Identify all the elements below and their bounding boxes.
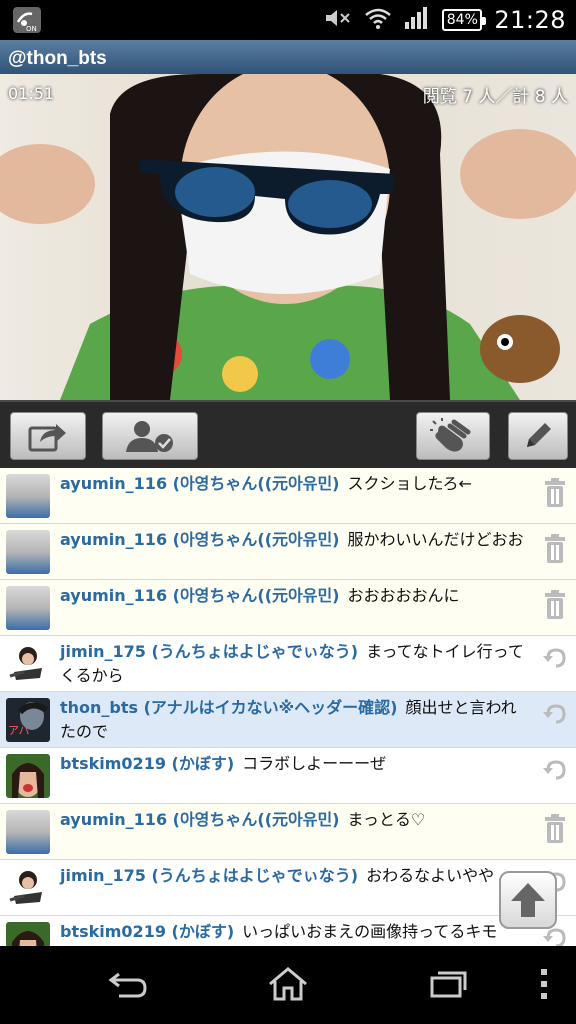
avatar[interactable] [6,474,50,518]
comment-username[interactable]: btskim0219 (かぼす) [60,922,234,941]
home-button[interactable] [266,964,310,1004]
follow-user-icon [126,421,173,452]
broadcaster-name: @thon_bts [8,48,107,69]
comment-text: btskim0219 (かぼす) いっぱいおまえの画像持ってるキモ [60,920,530,944]
comment-row: アハ thon_bts (アナルはイカない※ヘッダー確認) 顔出せと言われたので [0,692,576,748]
comment-body: おわるなよいやや [366,866,495,885]
comment-body: まっとる♡ [347,810,426,829]
comment-row: ayumin_116 (아영ちゃん((元아유민) スクショしたろ← [0,468,576,524]
more-vertical-icon [541,969,547,999]
action-toolbar [0,400,576,468]
reply-icon[interactable] [542,702,568,732]
comment-row: ayumin_116 (아영ちゃん((元아유민) まっとる♡ [0,804,576,860]
avatar[interactable] [6,642,50,686]
viewer-count: 閲覧 7 人／計 8 人 [422,87,568,107]
arrow-up-icon [511,883,545,917]
trash-icon[interactable] [542,814,568,844]
battery-icon: 84% [442,9,487,31]
avatar[interactable] [6,586,50,630]
comment-text: jimin_175 (うんちょはよじゃでぃなう) おわるなよいやや [60,864,530,888]
comment-username[interactable]: ayumin_116 (아영ちゃん((元아유민) [60,586,340,605]
comment-text: ayumin_116 (아영ちゃん((元아유민) スクショしたろ← [60,472,530,496]
recent-apps-icon [430,971,467,998]
scroll-to-top-button[interactable] [499,871,557,929]
broadcast-title-bar: @thon_bts [0,40,576,74]
comment-body: コラボしよーーーぜ [242,754,387,773]
comment-row: ayumin_116 (아영ちゃん((元아유민) 服かわいいんだけどおお [0,524,576,580]
status-bar: ON 84% 21:28 [0,0,576,40]
comment-text: thon_bts (アナルはイカない※ヘッダー確認) 顔出せと言われたので [60,696,530,744]
live-video[interactable]: 01:51 閲覧 7 人／計 8 人 [0,74,576,400]
svg-text:ON: ON [26,25,37,33]
comment-button[interactable] [508,412,568,460]
comment-username[interactable]: jimin_175 (うんちょはよじゃでぃなう) [60,866,358,885]
share-icon [28,424,66,452]
wifi-icon [364,6,392,34]
reply-icon[interactable] [542,758,568,788]
follow-user-button[interactable] [102,412,198,460]
comment-username[interactable]: jimin_175 (うんちょはよじゃでぃなう) [60,642,358,661]
comment-row: jimin_175 (うんちょはよじゃでぃなう) おわるなよいやや [0,860,576,916]
avatar[interactable] [6,922,50,946]
trash-icon[interactable] [542,478,568,508]
back-button[interactable] [106,964,150,1004]
pencil-icon [527,423,551,447]
overflow-menu-button[interactable] [522,964,566,1004]
signal-icon [404,6,430,34]
comment-username[interactable]: ayumin_116 (아영ちゃん((元아유민) [60,474,340,493]
trash-icon[interactable] [542,534,568,564]
comment-username[interactable]: btskim0219 (かぼす) [60,754,234,773]
avatar[interactable] [6,754,50,798]
avatar[interactable]: アハ [6,698,50,742]
comment-text: btskim0219 (かぼす) コラボしよーーーぜ [60,752,530,776]
comment-text: ayumin_116 (아영ちゃん((元아유민) まっとる♡ [60,808,530,832]
video-frame [0,74,576,400]
comment-text: ayumin_116 (아영ちゃん((元아유민) おおおおおんに [60,584,530,608]
comment-body: 服かわいいんだけどおお [347,530,524,549]
trash-icon[interactable] [542,590,568,620]
comment-body: いっぱいおまえの画像持ってるキモ [242,922,498,941]
home-icon [269,967,307,1001]
app-on-icon: ON [12,6,42,34]
back-icon [108,972,147,998]
battery-level: 84% [442,9,487,31]
elapsed-time: 01:51 [8,84,55,103]
comment-text: jimin_175 (うんちょはよじゃでぃなう) まってなトイレ行ってくるから [60,640,530,688]
comment-username[interactable]: ayumin_116 (아영ちゃん((元아유민) [60,530,340,549]
comment-body: スクショしたろ← [347,474,472,493]
clock: 21:28 [494,6,566,34]
system-nav-bar [0,946,576,1024]
clap-icon [430,418,471,452]
comment-text: ayumin_116 (아영ちゃん((元아유민) 服かわいいんだけどおお [60,528,530,552]
comment-list[interactable]: ayumin_116 (아영ちゃん((元아유민) スクショしたろ← ayumin_… [0,468,576,946]
reply-icon[interactable] [542,646,568,676]
comment-row: btskim0219 (かぼす) いっぱいおまえの画像持ってるキモ [0,916,576,946]
comment-row: btskim0219 (かぼす) コラボしよーーーぜ [0,748,576,804]
avatar[interactable] [6,866,50,910]
avatar[interactable] [6,810,50,854]
share-button[interactable] [10,412,86,460]
reply-icon[interactable] [542,926,568,946]
comment-body: おおおおおんに [347,586,460,605]
comment-row: ayumin_116 (아영ちゃん((元아유민) おおおおおんに [0,580,576,636]
svg-text:アハ: アハ [8,724,30,737]
comment-row: jimin_175 (うんちょはよじゃでぃなう) まってなトイレ行ってくるから [0,636,576,692]
comment-username[interactable]: ayumin_116 (아영ちゃん((元아유민) [60,810,340,829]
comment-username[interactable]: thon_bts (アナルはイカない※ヘッダー確認) [60,698,397,717]
mute-icon [324,6,352,34]
avatar[interactable] [6,530,50,574]
clap-button[interactable] [416,412,490,460]
recent-apps-button[interactable] [426,964,470,1004]
